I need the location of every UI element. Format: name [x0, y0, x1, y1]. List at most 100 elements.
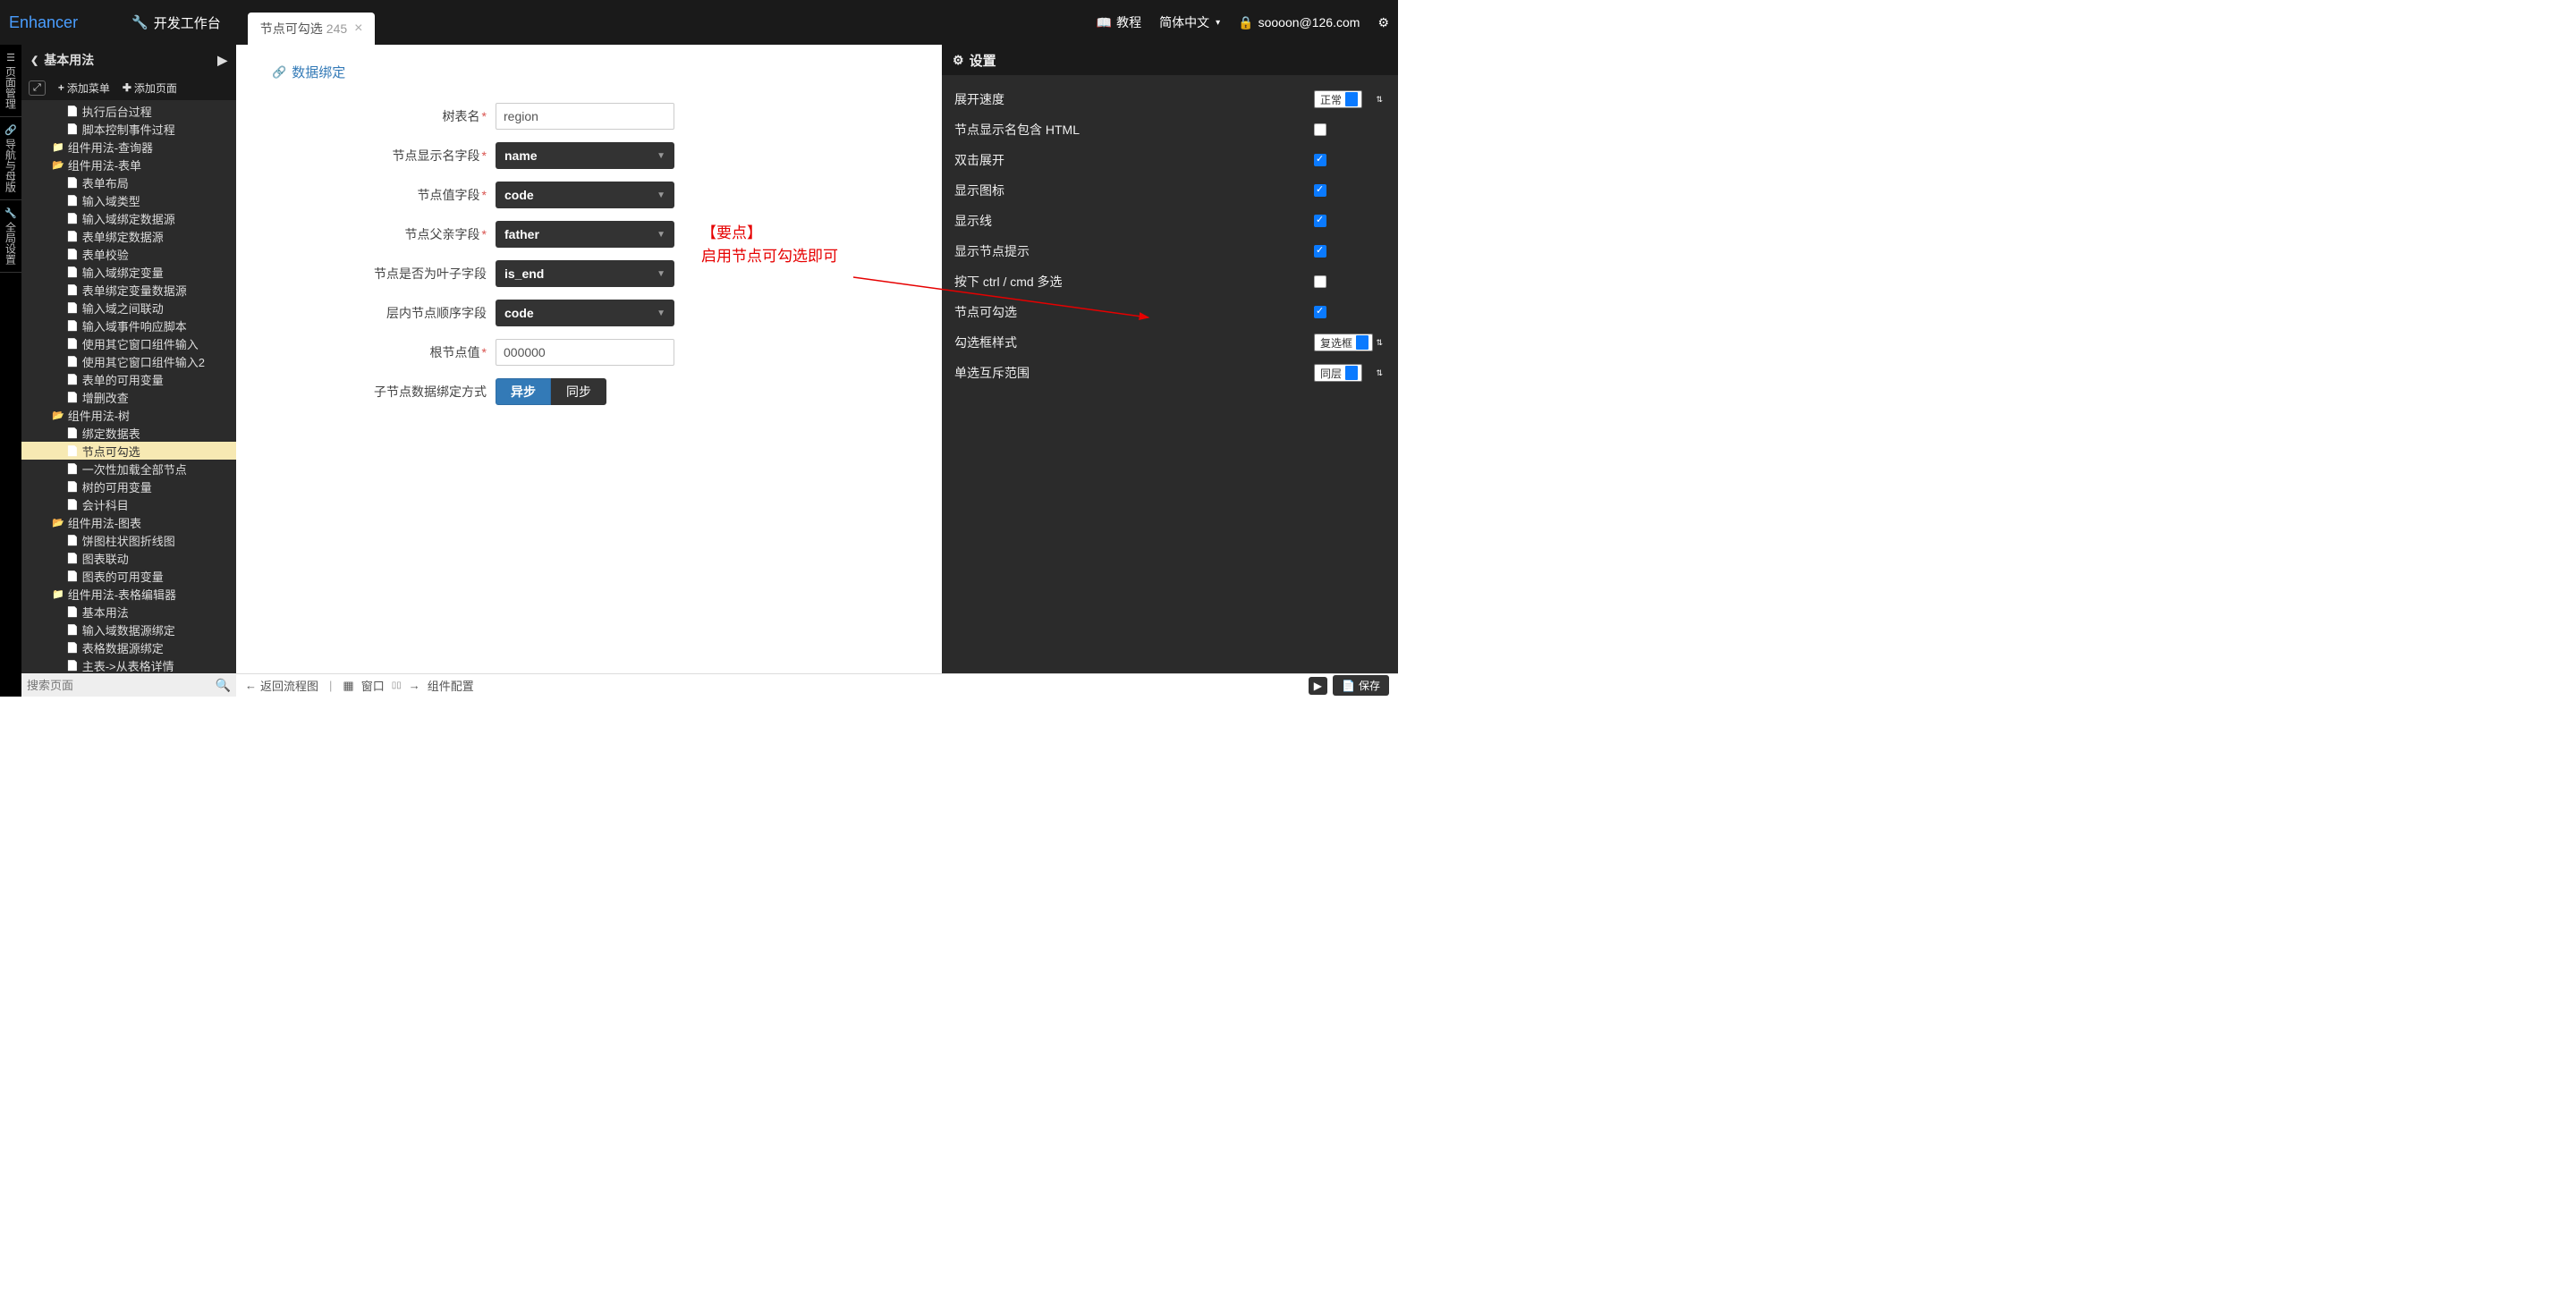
- tree-item-label: 树的可用变量: [82, 478, 152, 495]
- checkbox[interactable]: [1314, 123, 1326, 136]
- play-icon[interactable]: ▶: [217, 53, 227, 68]
- breadcrumb-bar: ←返回流程图 | ▦ 窗口 ▯▯ → 组件配置 ▶ 📄保存: [236, 673, 1398, 697]
- label-root-value: 根节点值*: [272, 343, 496, 361]
- input-tree-table[interactable]: [496, 103, 674, 130]
- tree-item-label: 使用其它窗口组件输入: [82, 335, 199, 352]
- checkbox[interactable]: [1314, 184, 1326, 197]
- tree-item-label: 执行后台过程: [82, 103, 152, 120]
- tree-item-label: 输入域类型: [82, 192, 140, 209]
- close-icon[interactable]: ×: [354, 21, 362, 37]
- mini-select[interactable]: 同层⇅: [1314, 364, 1362, 382]
- tree-item[interactable]: 表单绑定变量数据源: [21, 281, 236, 299]
- checkbox[interactable]: [1314, 245, 1326, 258]
- caret-down-icon: ▼: [657, 151, 665, 161]
- checkbox[interactable]: [1314, 215, 1326, 227]
- segment-sync[interactable]: 同步: [551, 378, 606, 405]
- settings-row: 显示线: [954, 206, 1385, 236]
- chevron-left-icon[interactable]: ❮: [30, 55, 38, 66]
- select-parent-field[interactable]: father▼: [496, 221, 674, 248]
- tree-item[interactable]: 执行后台过程: [21, 102, 236, 120]
- vtab-pages[interactable]: ☰页面管理: [0, 45, 21, 117]
- settings-row: 双击展开: [954, 145, 1385, 175]
- caret-icon: ⇅: [1376, 338, 1383, 348]
- mini-select[interactable]: 正常⇅: [1314, 90, 1362, 108]
- tree-item[interactable]: 表单绑定数据源: [21, 227, 236, 245]
- tree-folder[interactable]: 组件用法-图表: [21, 513, 236, 531]
- search-icon[interactable]: 🔍: [216, 678, 231, 693]
- tree-item[interactable]: 表单布局: [21, 173, 236, 191]
- tree-item[interactable]: 主表->从表格详情: [21, 656, 236, 673]
- segment-async[interactable]: 异步: [496, 378, 551, 405]
- document-icon: [66, 356, 79, 368]
- settings-row: 按下 ctrl / cmd 多选: [954, 266, 1385, 297]
- language-select[interactable]: 简体中文: [1159, 13, 1220, 31]
- tree-folder[interactable]: 组件用法-树: [21, 406, 236, 424]
- caret-down-icon: ▼: [657, 308, 665, 318]
- annotation: 【要点】 启用节点可勾选即可: [701, 222, 838, 267]
- tree-item[interactable]: 使用其它窗口组件输入2: [21, 352, 236, 370]
- document-icon: [66, 606, 79, 618]
- select-value-field[interactable]: code▼: [496, 182, 674, 208]
- tree-item[interactable]: 绑定数据表: [21, 424, 236, 442]
- select-display-field[interactable]: name▼: [496, 142, 674, 169]
- add-menu-button[interactable]: +添加菜单: [58, 80, 110, 96]
- tree-item[interactable]: 表单校验: [21, 245, 236, 263]
- select-order-field[interactable]: code▼: [496, 300, 674, 326]
- expand-icon[interactable]: ⤢: [29, 80, 46, 96]
- tree-item[interactable]: 输入域类型: [21, 191, 236, 209]
- tree-item[interactable]: 输入域绑定数据源: [21, 209, 236, 227]
- workspace-label: 开发工作台: [154, 13, 221, 32]
- search-input[interactable]: [27, 679, 216, 692]
- select-leaf-field[interactable]: is_end▼: [496, 260, 674, 287]
- tree-item[interactable]: 输入域数据源绑定: [21, 621, 236, 638]
- tree-item[interactable]: 树的可用变量: [21, 477, 236, 495]
- document-icon: [66, 213, 79, 224]
- tree-item[interactable]: 一次性加载全部节点: [21, 460, 236, 477]
- save-button[interactable]: 📄保存: [1333, 675, 1389, 696]
- input-root-value[interactable]: [496, 339, 674, 366]
- document-icon: [66, 392, 79, 403]
- tree-item[interactable]: 增删改查: [21, 388, 236, 406]
- tree-item[interactable]: 饼图柱状图折线图: [21, 531, 236, 549]
- back-button[interactable]: ←返回流程图: [245, 677, 318, 694]
- caret-down-icon: ▼: [657, 230, 665, 240]
- tab-active[interactable]: 节点可勾选 245 ×: [248, 13, 376, 45]
- checkbox[interactable]: [1314, 154, 1326, 166]
- checkbox[interactable]: [1314, 306, 1326, 318]
- vtab-global[interactable]: 🔧全局设置: [0, 200, 21, 273]
- tree-item[interactable]: 会计科目: [21, 495, 236, 513]
- tree-item[interactable]: 脚本控制事件过程: [21, 120, 236, 138]
- tree-item[interactable]: 表格数据源绑定: [21, 638, 236, 656]
- vtab-nav[interactable]: 🔗导航与母版: [0, 117, 21, 200]
- tree-folder[interactable]: 组件用法-查询器: [21, 138, 236, 156]
- settings-row: 展开速度正常⇅: [954, 84, 1385, 114]
- preview-button[interactable]: ▶: [1309, 677, 1327, 695]
- tree-item[interactable]: 节点可勾选: [21, 442, 236, 460]
- tree-item-label: 组件用法-树: [68, 407, 130, 424]
- user-menu[interactable]: 🔒soooon@126.com: [1238, 15, 1360, 30]
- document-icon: [66, 499, 79, 511]
- tree-item[interactable]: 输入域之间联动: [21, 299, 236, 317]
- checkbox[interactable]: [1314, 275, 1326, 288]
- tree-item-label: 组件用法-图表: [68, 514, 141, 531]
- tree-item[interactable]: 使用其它窗口组件输入: [21, 334, 236, 352]
- tree-item[interactable]: 图表的可用变量: [21, 567, 236, 585]
- tree-item[interactable]: 输入域事件响应脚本: [21, 317, 236, 334]
- add-page-button[interactable]: ✚添加页面: [123, 80, 177, 96]
- tree-item[interactable]: 输入域绑定变量: [21, 263, 236, 281]
- tree-item-label: 基本用法: [82, 604, 129, 621]
- tutorial-link[interactable]: 📖教程: [1097, 13, 1141, 31]
- tree-folder[interactable]: 组件用法-表格编辑器: [21, 585, 236, 603]
- tree-folder[interactable]: 组件用法-表单: [21, 156, 236, 173]
- tree-item[interactable]: 基本用法: [21, 603, 236, 621]
- workspace-link[interactable]: 🔧 开发工作台: [131, 13, 221, 32]
- tree-item-label: 绑定数据表: [82, 425, 140, 442]
- document-icon: [66, 374, 79, 385]
- crumb-window[interactable]: 窗口: [361, 677, 385, 694]
- tree-item[interactable]: 表单的可用变量: [21, 370, 236, 388]
- gear-icon[interactable]: ⚙: [1377, 15, 1389, 30]
- tree-item-label: 表单布局: [82, 174, 129, 191]
- book-icon: 📖: [1097, 15, 1112, 30]
- tree-item[interactable]: 图表联动: [21, 549, 236, 567]
- mini-select[interactable]: 复选框⇅: [1314, 334, 1373, 351]
